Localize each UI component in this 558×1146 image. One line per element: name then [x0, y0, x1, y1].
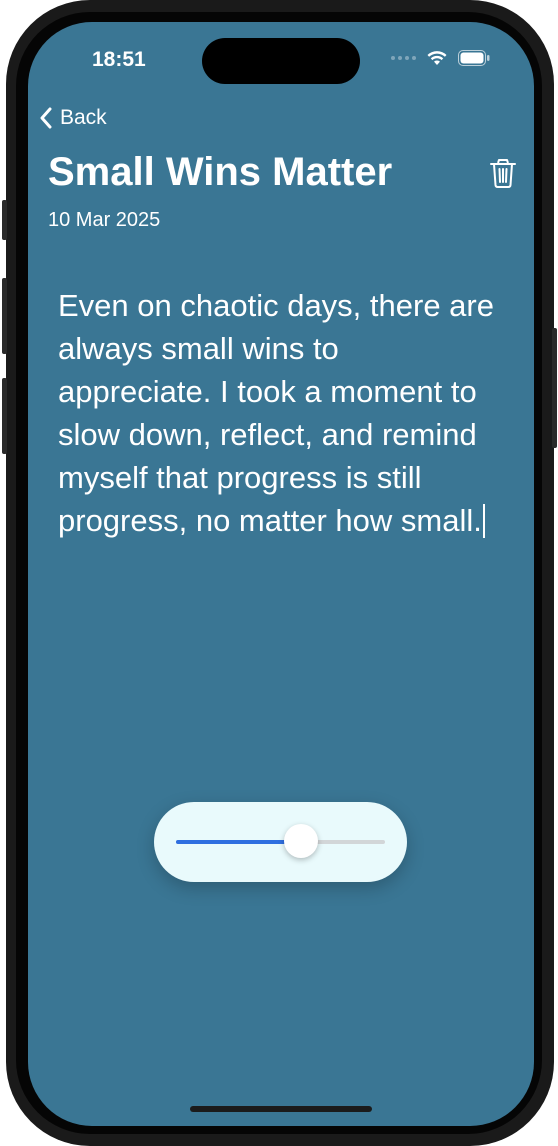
chevron-left-icon: [40, 107, 52, 129]
action-button: [2, 200, 7, 240]
slider-fill: [176, 840, 302, 844]
dynamic-island: [202, 38, 360, 84]
back-label: Back: [60, 106, 107, 129]
slider-track[interactable]: [176, 840, 385, 844]
note-body-text: Even on chaotic days, there are always s…: [58, 288, 494, 538]
note-date: 10 Mar 2025: [48, 209, 161, 231]
trash-icon: [490, 159, 516, 188]
power-button: [552, 328, 557, 448]
slider-control: [154, 802, 407, 882]
battery-icon: [458, 50, 490, 66]
status-time: 18:51: [92, 48, 146, 71]
note-body-editor[interactable]: Even on chaotic days, there are always s…: [58, 284, 498, 542]
status-icons: [391, 50, 490, 66]
wifi-icon: [427, 51, 447, 65]
screen: 18:51 Back Small Wins Matter 10 Mar 2025: [28, 22, 534, 1126]
signal-icon: [391, 56, 416, 60]
volume-up-button: [2, 278, 7, 354]
volume-down-button: [2, 378, 7, 454]
home-indicator: [190, 1106, 372, 1112]
text-caret: [482, 504, 485, 538]
back-button[interactable]: Back: [38, 106, 107, 130]
delete-button[interactable]: [486, 156, 520, 190]
slider-thumb[interactable]: [284, 824, 319, 858]
note-title: Small Wins Matter: [48, 150, 393, 194]
